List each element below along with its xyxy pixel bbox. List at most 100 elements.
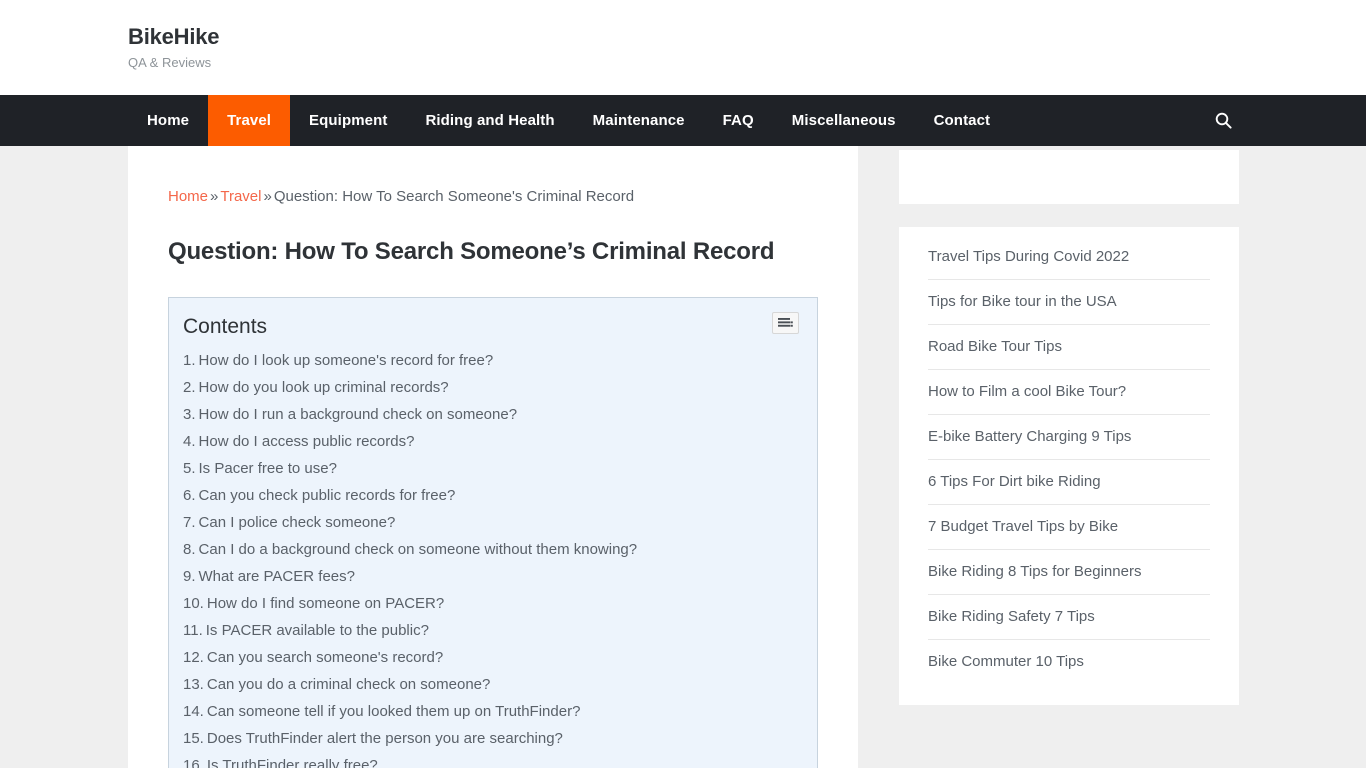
toc-item[interactable]: 5. Is Pacer free to use?	[183, 455, 799, 482]
sidebar-widget-links: Travel Tips During Covid 2022 Tips for B…	[899, 227, 1239, 705]
toc-item[interactable]: 16. Is TruthFinder really free?	[183, 752, 799, 768]
toc-item[interactable]: 13. Can you do a criminal check on someon…	[183, 671, 799, 698]
list-item: 6 Tips For Dirt bike Riding	[928, 460, 1210, 505]
toc-item-label: How do I access public records?	[198, 433, 415, 451]
toc-item-label: Can I do a background check on someone w…	[198, 541, 638, 559]
toc-item[interactable]: 9. What are PACER fees?	[183, 563, 799, 590]
toc-item-number: 1.	[183, 352, 196, 370]
list-item: Bike Riding 8 Tips for Beginners	[928, 550, 1210, 595]
toc-item-label: How do I find someone on PACER?	[206, 595, 445, 613]
toc-item-label: What are PACER fees?	[198, 568, 355, 586]
toc-item[interactable]: 15. Does TruthFinder alert the person you…	[183, 725, 799, 752]
toc-item-label: Can someone tell if you looked them up o…	[206, 703, 581, 721]
toc-item[interactable]: 3. How do I run a background check on som…	[183, 401, 799, 428]
toc-list: 1. How do I look up someone's record for …	[183, 347, 799, 768]
nav-item-travel[interactable]: Travel	[208, 95, 291, 146]
toc-item-number: 9.	[183, 568, 196, 586]
list-toggle-icon[interactable]	[772, 312, 799, 335]
nav-item-maintenance[interactable]: Maintenance	[574, 95, 704, 146]
list-item: Bike Commuter 10 Tips	[928, 640, 1210, 684]
list-item: Tips for Bike tour in the USA	[928, 280, 1210, 325]
table-of-contents: Contents 1. How do I look up someone's re…	[168, 297, 818, 768]
sidebar-link[interactable]: 6 Tips For Dirt bike Riding	[928, 460, 1210, 504]
toc-item-label: Can you do a criminal check on someone?	[206, 676, 491, 694]
search-icon[interactable]	[1215, 95, 1238, 146]
toc-item[interactable]: 14. Can someone tell if you looked them u…	[183, 698, 799, 725]
toc-item[interactable]: 10. How do I find someone on PACER?	[183, 590, 799, 617]
toc-heading: Contents	[183, 315, 268, 339]
sidebar-link[interactable]: E-bike Battery Charging 9 Tips	[928, 415, 1210, 459]
toc-item-number: 14.	[183, 703, 204, 721]
toc-item-number: 10.	[183, 595, 204, 613]
toc-item[interactable]: 4. How do I access public records?	[183, 428, 799, 455]
toc-item[interactable]: 1. How do I look up someone's record for …	[183, 347, 799, 374]
breadcrumb-home[interactable]: Home	[168, 188, 208, 205]
sidebar-link[interactable]: Road Bike Tour Tips	[928, 325, 1210, 369]
toc-item-number: 8.	[183, 541, 196, 559]
sidebar-link[interactable]: Travel Tips During Covid 2022	[928, 235, 1210, 279]
sidebar-link[interactable]: How to Film a cool Bike Tour?	[928, 370, 1210, 414]
toc-item-number: 13.	[183, 676, 204, 694]
list-item: 7 Budget Travel Tips by Bike	[928, 505, 1210, 550]
toc-item-number: 3.	[183, 406, 196, 424]
toc-item-label: Does TruthFinder alert the person you ar…	[206, 730, 563, 748]
nav-item-faq[interactable]: FAQ	[704, 95, 773, 146]
breadcrumb-separator-2: »	[263, 188, 272, 205]
list-item: Bike Riding Safety 7 Tips	[928, 595, 1210, 640]
toc-item-label: Is TruthFinder really free?	[206, 757, 378, 768]
toc-item[interactable]: 7. Can I police check someone?	[183, 509, 799, 536]
toc-header: Contents	[183, 312, 799, 339]
toc-item[interactable]: 8. Can I do a background check on someone…	[183, 536, 799, 563]
nav-item-home[interactable]: Home	[128, 95, 208, 146]
list-item: How to Film a cool Bike Tour?	[928, 370, 1210, 415]
list-item: Road Bike Tour Tips	[928, 325, 1210, 370]
main-content: Home» Travel» Question: How To Search Some…	[128, 146, 858, 768]
toc-item[interactable]: 12. Can you search someone's record?	[183, 644, 799, 671]
breadcrumb-separator-1: »	[210, 188, 219, 205]
page-wrapper: Home» Travel» Question: How To Search Some…	[0, 146, 1366, 768]
toc-item-number: 12.	[183, 649, 204, 667]
nav-item-riding-and-health[interactable]: Riding and Health	[406, 95, 573, 146]
main-navigation: Home Travel Equipment Riding and Health …	[0, 95, 1366, 146]
sidebar-link[interactable]: 7 Budget Travel Tips by Bike	[928, 505, 1210, 549]
toc-item-label: How do you look up criminal records?	[198, 379, 449, 397]
toc-item-number: 6.	[183, 487, 196, 505]
sidebar-widget-empty	[899, 150, 1239, 204]
toc-item-number: 15.	[183, 730, 204, 748]
toc-item[interactable]: 6. Can you check public records for free?	[183, 482, 799, 509]
nav-list: Home Travel Equipment Riding and Health …	[128, 95, 1009, 146]
sidebar-link[interactable]: Bike Commuter 10 Tips	[928, 640, 1210, 684]
toc-item-number: 16.	[183, 757, 204, 768]
sidebar-link[interactable]: Bike Riding Safety 7 Tips	[928, 595, 1210, 639]
breadcrumb: Home» Travel» Question: How To Search Some…	[168, 186, 818, 207]
toc-item-label: Is PACER available to the public?	[205, 622, 429, 640]
sidebar-link-list: Travel Tips During Covid 2022 Tips for B…	[928, 235, 1210, 684]
breadcrumb-travel[interactable]: Travel	[220, 188, 261, 205]
toc-item-number: 7.	[183, 514, 196, 532]
toc-item-number: 5.	[183, 460, 196, 478]
sidebar-link[interactable]: Tips for Bike tour in the USA	[928, 280, 1210, 324]
nav-item-contact[interactable]: Contact	[915, 95, 1010, 146]
site-title[interactable]: BikeHike	[128, 24, 1238, 50]
breadcrumb-current: Question: How To Search Someone's Crimin…	[273, 188, 635, 205]
list-item: E-bike Battery Charging 9 Tips	[928, 415, 1210, 460]
toc-item[interactable]: 11. Is PACER available to the public?	[183, 617, 799, 644]
sidebar: Travel Tips During Covid 2022 Tips for B…	[899, 146, 1239, 728]
toc-item-label: How do I look up someone's record for fr…	[198, 352, 494, 370]
toc-item-label: Can I police check someone?	[198, 514, 396, 532]
toc-item-label: How do I run a background check on someo…	[198, 406, 518, 424]
sidebar-link[interactable]: Bike Riding 8 Tips for Beginners	[928, 550, 1210, 594]
toc-item-label: Is Pacer free to use?	[198, 460, 337, 478]
toc-item-number: 2.	[183, 379, 196, 397]
toc-item-label: Can you search someone's record?	[206, 649, 444, 667]
toc-item-number: 11.	[183, 622, 203, 640]
site-header: BikeHike QA & Reviews	[0, 0, 1366, 95]
nav-item-miscellaneous[interactable]: Miscellaneous	[773, 95, 915, 146]
list-item: Travel Tips During Covid 2022	[928, 235, 1210, 280]
toc-item[interactable]: 2. How do you look up criminal records?	[183, 374, 799, 401]
nav-item-equipment[interactable]: Equipment	[290, 95, 406, 146]
toc-item-label: Can you check public records for free?	[198, 487, 456, 505]
page-title: Question: How To Search Someone’s Crimin…	[168, 238, 775, 265]
site-tagline: QA & Reviews	[128, 55, 212, 71]
toc-item-number: 4.	[183, 433, 196, 451]
